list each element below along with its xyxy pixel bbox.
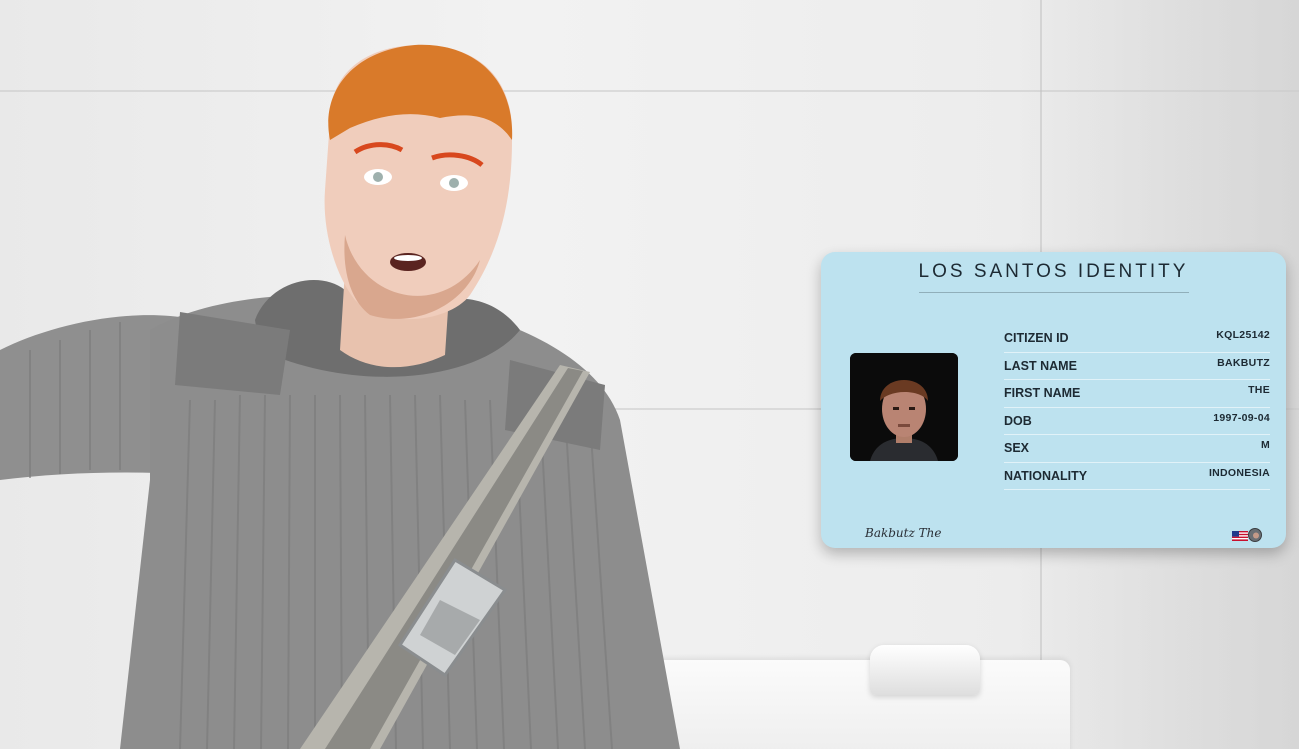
field-label: DOB (1004, 413, 1032, 428)
identity-card: LOS SANTOS IDENTITY CITIZEN ID KQL25142 … (821, 252, 1286, 548)
field-dob: DOB 1997-09-04 (1004, 408, 1270, 435)
id-fields: CITIZEN ID KQL25142 LAST NAME BAKBUTZ FI… (1004, 325, 1270, 490)
signature: Bakbutz The (865, 526, 942, 540)
field-value: THE (1248, 384, 1270, 396)
field-value: KQL25142 (1216, 329, 1270, 341)
player-character (0, 44, 680, 749)
field-label: SEX (1004, 441, 1030, 455)
mini-avatar-icon (1248, 528, 1262, 542)
field-value: M (1260, 439, 1270, 451)
field-nationality: NATIONALITY INDONESIA (1004, 463, 1270, 490)
field-sex: SEX M (1004, 435, 1270, 463)
field-citizen-id: CITIZEN ID KQL25142 (1004, 325, 1270, 353)
title-divider (919, 292, 1189, 293)
bathtub-tap (870, 645, 980, 695)
field-value: INDONESIA (1208, 466, 1270, 479)
field-label: NATIONALITY (1004, 468, 1088, 483)
card-title: LOS SANTOS IDENTITY (918, 261, 1189, 282)
field-first-name: FIRST NAME THE (1004, 380, 1270, 408)
field-label: LAST NAME (1004, 358, 1077, 373)
field-last-name: LAST NAME BAKBUTZ (1004, 353, 1270, 380)
field-label: CITIZEN ID (1004, 331, 1069, 345)
field-value: 1997-09-04 (1213, 411, 1270, 424)
field-value: BAKBUTZ (1217, 356, 1270, 369)
game-scene: LOS SANTOS IDENTITY CITIZEN ID KQL25142 … (0, 0, 1299, 749)
id-photo (850, 353, 958, 461)
field-label: FIRST NAME (1004, 386, 1081, 400)
us-flag-icon (1232, 531, 1248, 541)
